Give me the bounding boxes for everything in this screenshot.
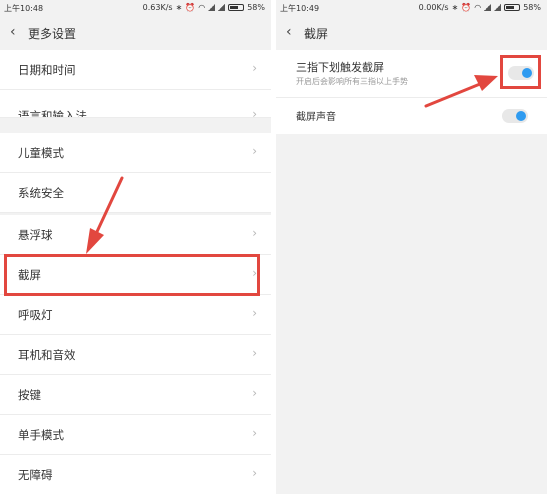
left-screen: 上午10:48 0.63K/s ∗ ⏰ ◠ 58% ‹ 更多设置 日期和时间 ›… — [0, 0, 271, 494]
annotation-arrow-icon — [86, 176, 124, 254]
right-screen: 上午10:49 0.00K/s ∗ ⏰ ◠ 58% ‹ 截屏 三指下划触发截屏 … — [276, 0, 547, 494]
annotation-arrow-icon — [424, 75, 498, 108]
